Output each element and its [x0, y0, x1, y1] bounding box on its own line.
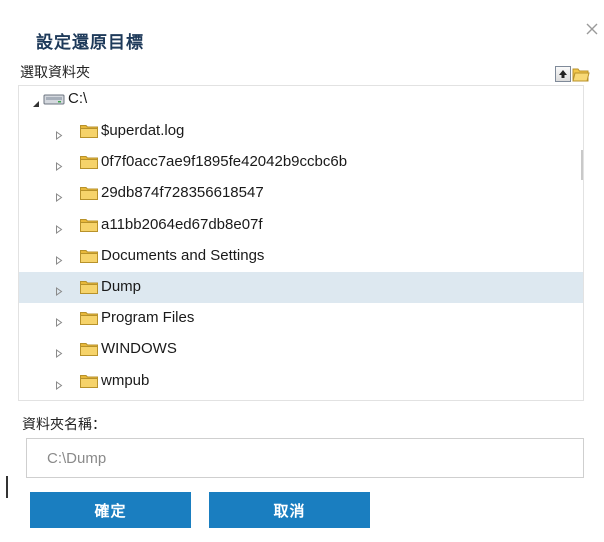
expand-arrow-icon[interactable]	[55, 189, 63, 207]
folder-icon	[80, 249, 98, 268]
cancel-button[interactable]: 取消	[209, 492, 370, 528]
tree-scrollbar[interactable]	[581, 150, 583, 180]
select-folder-label: 選取資料夾	[20, 65, 90, 81]
folder-icon	[80, 155, 98, 174]
folder-name-input[interactable]	[26, 438, 584, 478]
folder-icon	[80, 280, 98, 299]
tree-item[interactable]: $uperdat.log	[19, 116, 583, 147]
restore-target-dialog: 設定還原目標 選取資料夾 C:\ $uperdat.log 0f7f0acc7a…	[0, 0, 604, 542]
ok-button[interactable]: 確定	[30, 492, 191, 528]
expand-arrow-icon[interactable]	[55, 221, 63, 239]
folder-tree[interactable]: C:\ $uperdat.log 0f7f0acc7ae9f1895fe42042…	[18, 85, 584, 401]
tree-item-label: 29db874f728356618547	[101, 184, 264, 201]
tree-item[interactable]: 0f7f0acc7ae9f1895fe42042b9ccbc6b	[19, 147, 583, 178]
tree-item[interactable]: Documents and Settings	[19, 241, 583, 272]
close-icon[interactable]	[585, 22, 599, 36]
folder-icon	[80, 311, 98, 330]
tree-item-label: WINDOWS	[101, 340, 177, 357]
tree-item-label: $uperdat.log	[101, 122, 185, 139]
dialog-title: 設定還原目標	[36, 33, 144, 53]
tree-item-label: wmpub	[101, 372, 150, 389]
expand-arrow-icon[interactable]	[55, 127, 63, 145]
folder-icon	[80, 124, 98, 143]
expand-arrow-icon[interactable]	[55, 377, 63, 395]
tree-item-label: Dump	[101, 278, 142, 295]
expand-arrow-icon[interactable]	[55, 345, 63, 363]
tree-item-label: 0f7f0acc7ae9f1895fe42042b9ccbc6b	[101, 153, 348, 170]
tree-item-label: Program Files	[101, 309, 195, 326]
up-arrow-icon[interactable]	[555, 66, 571, 82]
expand-arrow-icon[interactable]	[55, 283, 63, 301]
window-edge-divider	[6, 476, 8, 498]
folder-icon	[80, 218, 98, 237]
tree-item[interactable]: WINDOWS	[19, 334, 583, 365]
tree-item[interactable]: a11bb2064ed67db8e07f	[19, 210, 583, 241]
tree-item[interactable]: Program Files	[19, 303, 583, 334]
expand-arrow-icon[interactable]	[55, 252, 63, 270]
tree-item[interactable]: wmpub	[19, 366, 583, 397]
tree-item-label: a11bb2064ed67db8e07f	[101, 216, 263, 233]
tree-item[interactable]: 29db874f728356618547	[19, 178, 583, 209]
new-folder-icon[interactable]	[572, 66, 590, 82]
tree-root-c-drive[interactable]: C:\	[19, 86, 583, 114]
tree-root-label: C:\	[68, 90, 88, 107]
expand-arrow-icon[interactable]	[55, 158, 63, 176]
folder-icon	[80, 342, 98, 361]
drive-icon	[43, 92, 65, 111]
tree-item-label: Documents and Settings	[101, 247, 265, 264]
folder-icon	[80, 186, 98, 205]
collapse-arrow-icon[interactable]	[32, 95, 40, 113]
folder-icon	[80, 374, 98, 393]
tree-item[interactable]: Dump	[19, 272, 583, 303]
expand-arrow-icon[interactable]	[55, 314, 63, 332]
folder-name-label: 資料夾名稱：	[22, 417, 106, 433]
